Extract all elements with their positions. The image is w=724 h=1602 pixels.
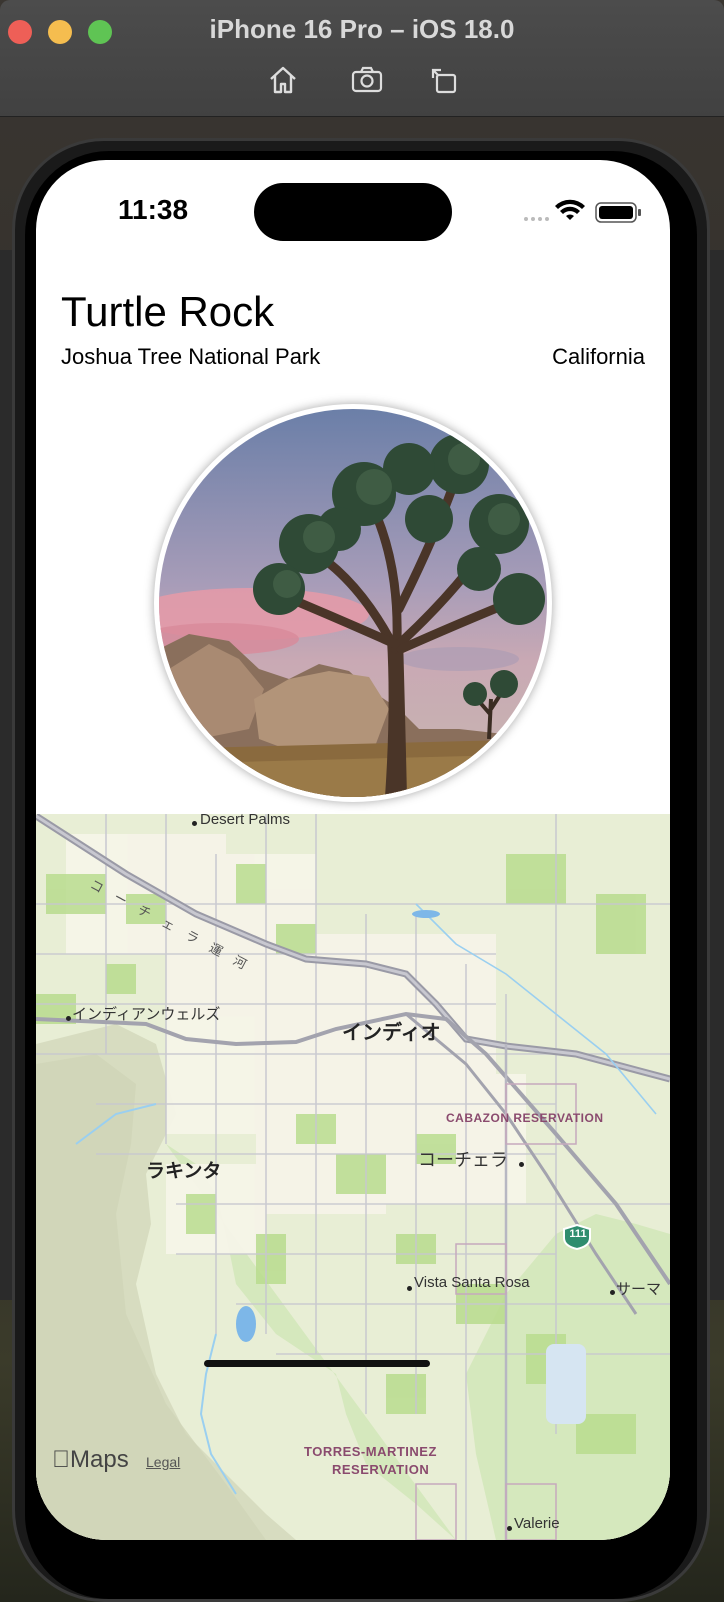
map-label-torres-martinez-1[interactable]: TORRES-MARTINEZ <box>304 1444 437 1459</box>
signal-icon <box>524 217 549 221</box>
wifi-icon <box>555 199 585 220</box>
map-dot-valerie <box>507 1526 512 1531</box>
map-label-thermal[interactable]: サーマ <box>616 1278 661 1299</box>
landmark-title: Turtle Rock <box>61 288 275 335</box>
map-label-desert-palms[interactable]: Desert Palms <box>200 814 290 828</box>
home-icon[interactable] <box>266 64 300 96</box>
park-name: Joshua Tree National Park <box>61 344 321 369</box>
simulator-title-bar: iPhone 16 Pro – iOS 18.0 <box>0 0 724 117</box>
battery-icon <box>595 202 641 223</box>
dynamic-island <box>254 183 452 241</box>
map-label-indian-wells[interactable]: インディアンウェルズ <box>72 1003 220 1024</box>
map-dot-vista-santa-rosa <box>407 1286 412 1291</box>
map-label-cabazon-reservation[interactable]: CABAZON RESERVATION <box>446 1111 604 1125</box>
state-name: California <box>552 344 645 369</box>
map-dot-indian-wells <box>66 1016 71 1021</box>
map-terrain <box>36 814 670 1540</box>
map-dot-desert-palms <box>192 821 197 826</box>
map-label-torres-martinez-2[interactable]: RESERVATION <box>332 1462 429 1477</box>
map-label-la-quinta[interactable]: ラキンタ <box>146 1156 221 1183</box>
map-dot-thermal <box>610 1290 615 1295</box>
map-view[interactable]: Desert Palms コーチェラ運河 インディアンウェルズ インディオ CA… <box>36 814 670 1540</box>
joshua-tree-image <box>159 409 547 797</box>
home-indicator[interactable] <box>204 1360 430 1367</box>
map-label-vista-santa-rosa[interactable]: Vista Santa Rosa <box>414 1274 530 1291</box>
status-time: 11:38 <box>118 194 189 225</box>
map-label-valerie[interactable]: Valerie <box>514 1515 560 1532</box>
apple-logo-icon:  <box>52 1446 70 1473</box>
screenshot-camera-icon[interactable] <box>350 64 384 96</box>
status-icons <box>496 198 646 228</box>
iphone-screen: 11:38 Turtle Rock Joshua Tree National P… <box>36 160 670 1540</box>
window-title: iPhone 16 Pro – iOS 18.0 <box>209 14 515 44</box>
maps-brand-label: Maps <box>52 1446 129 1473</box>
route-111-label: 111 <box>569 1228 587 1240</box>
apple-maps-logo: Maps <box>52 1446 129 1474</box>
map-label-indio[interactable]: インディオ <box>342 1016 441 1045</box>
legal-link[interactable]: Legal <box>146 1454 180 1470</box>
map-label-coachella[interactable]: コーチェラ <box>418 1146 508 1172</box>
rotate-icon[interactable] <box>428 64 462 96</box>
map-dot-coachella <box>519 1162 524 1167</box>
landmark-photo <box>154 404 552 802</box>
